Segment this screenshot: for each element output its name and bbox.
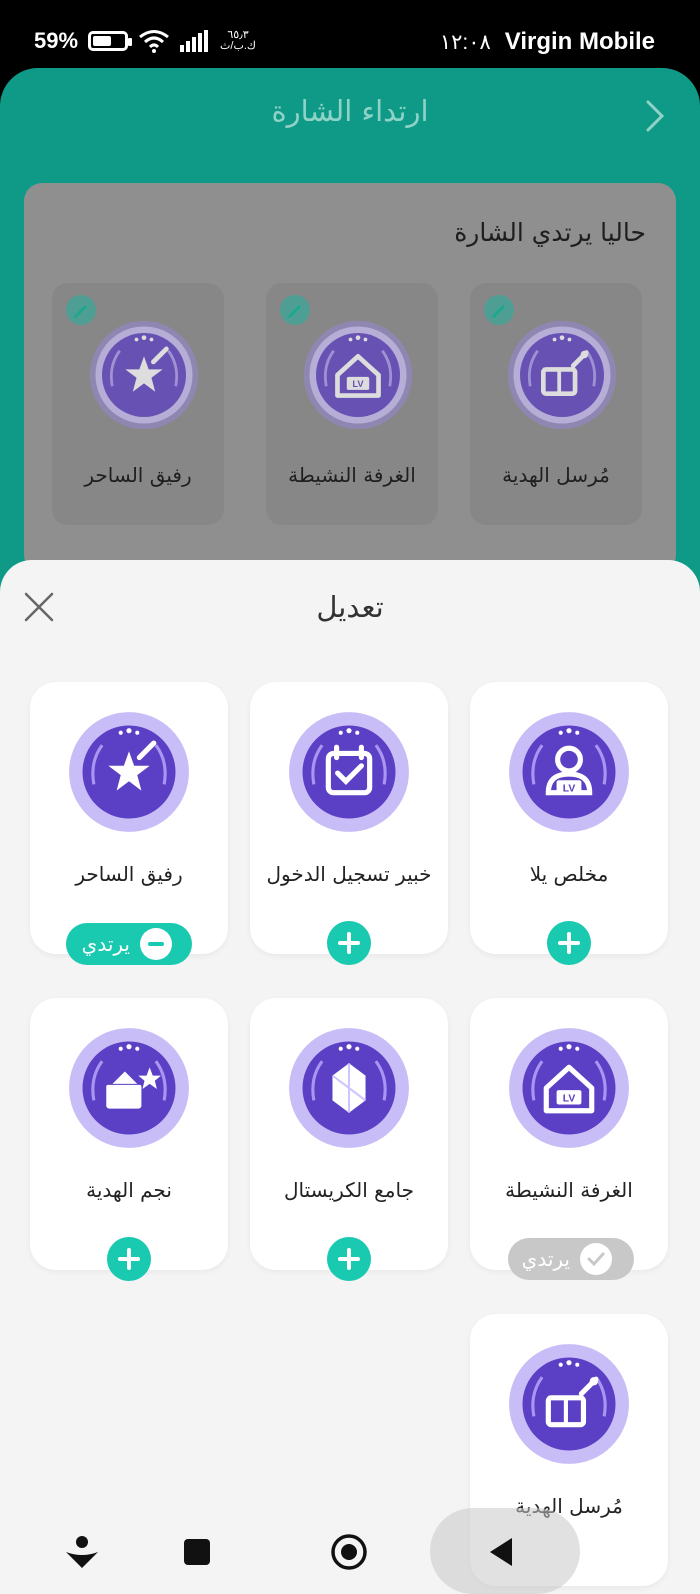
wearing-label: يرتدي bbox=[521, 1247, 570, 1271]
badge-name: جامع الكريستال bbox=[284, 1178, 414, 1202]
star-wand-badge-icon bbox=[88, 319, 200, 431]
wearing-card-wizard-companion[interactable]: رفيق الساحر bbox=[52, 283, 224, 525]
wearing-card-active-room[interactable]: LV الغرفة النشيطة bbox=[266, 283, 438, 525]
badge-card-gift-star[interactable]: نجم الهدية bbox=[30, 998, 228, 1270]
sheet-title: تعديل bbox=[316, 590, 384, 624]
navigation-bar bbox=[0, 1508, 700, 1594]
svg-text:LV: LV bbox=[563, 1093, 576, 1104]
star-wand-badge-icon bbox=[67, 710, 191, 834]
badge-name: رفيق الساحر bbox=[75, 862, 183, 886]
house-lv-badge-icon: LV bbox=[507, 1026, 631, 1150]
add-badge-button[interactable] bbox=[327, 921, 371, 965]
page-title: ارتداء الشارة bbox=[271, 94, 429, 128]
badge-card-login-expert[interactable]: خبير تسجيل الدخول bbox=[250, 682, 448, 954]
clock: ١٢:٠٨ bbox=[439, 30, 491, 54]
wearing-badge-name: رفيق الساحر bbox=[84, 463, 192, 487]
status-right: ١٢:٠٨ Virgin Mobile bbox=[440, 28, 655, 56]
carrier-name: Virgin Mobile bbox=[504, 28, 655, 55]
wearing-badge-name: الغرفة النشيطة bbox=[288, 463, 416, 487]
recents-icon[interactable] bbox=[175, 1530, 219, 1574]
currently-wearing-title: حاليا يرتدي الشارة bbox=[454, 218, 646, 247]
gift-wand-badge-icon bbox=[507, 1342, 631, 1466]
remove-badge-toggle[interactable]: يرتدي bbox=[66, 923, 192, 965]
network-speed-unit: ك.ب/ث bbox=[220, 40, 256, 52]
home-icon[interactable] bbox=[327, 1530, 371, 1574]
svg-text:LV: LV bbox=[352, 379, 364, 389]
wearing-card-gift-sender[interactable]: مُرسل الهدية bbox=[470, 283, 642, 525]
back-icon[interactable] bbox=[480, 1530, 524, 1574]
network-speed: ٦٥٫٣ ك.ب/ث bbox=[220, 30, 256, 52]
battery-icon bbox=[88, 31, 133, 51]
calendar-check-badge-icon bbox=[287, 710, 411, 834]
assistant-icon[interactable] bbox=[60, 1530, 104, 1574]
house-lv-badge-icon: LV bbox=[302, 319, 414, 431]
signal-icon bbox=[180, 30, 209, 52]
gift-wand-badge-icon bbox=[506, 319, 618, 431]
wearing-label: يرتدي bbox=[81, 932, 130, 956]
close-icon[interactable] bbox=[22, 590, 56, 624]
crystal-badge-icon bbox=[287, 1026, 411, 1150]
gift-star-badge-icon bbox=[67, 1026, 191, 1150]
status-left: 59% ٦٥٫٣ ك.ب/ث bbox=[34, 28, 256, 54]
badge-name: الغرفة النشيطة bbox=[505, 1178, 633, 1202]
chevron-right-icon[interactable] bbox=[640, 96, 670, 136]
badge-card-yalla-loyal[interactable]: LV مخلص يلا bbox=[470, 682, 668, 954]
check-icon bbox=[580, 1243, 612, 1275]
badge-card-crystal-collector[interactable]: جامع الكريستال bbox=[250, 998, 448, 1270]
add-badge-button[interactable] bbox=[327, 1237, 371, 1281]
badge-card-active-room[interactable]: LV الغرفة النشيطة bbox=[470, 998, 668, 1270]
svg-text:LV: LV bbox=[563, 784, 576, 795]
currently-wearing-panel: حاليا يرتدي الشارة مُرسل الهدية LV الغرف… bbox=[24, 183, 676, 573]
worn-badge-toggle[interactable]: يرتدي bbox=[508, 1238, 634, 1280]
badge-card-wizard-companion[interactable]: رفيق الساحر bbox=[30, 682, 228, 954]
person-lv-badge-icon: LV bbox=[507, 710, 631, 834]
badge-name: مخلص يلا bbox=[529, 862, 609, 886]
wifi-icon bbox=[139, 30, 169, 53]
edit-sheet: تعديل LV مخلص يلا خبير تسجيل الدخول رفيق… bbox=[0, 560, 700, 1594]
wearing-badge-name: مُرسل الهدية bbox=[502, 463, 610, 487]
badge-name: خبير تسجيل الدخول bbox=[266, 862, 432, 886]
battery-percent: 59% bbox=[34, 28, 79, 53]
badge-name: نجم الهدية bbox=[86, 1178, 172, 1202]
minus-icon bbox=[140, 928, 172, 960]
add-badge-button[interactable] bbox=[547, 921, 591, 965]
add-badge-button[interactable] bbox=[107, 1237, 151, 1281]
